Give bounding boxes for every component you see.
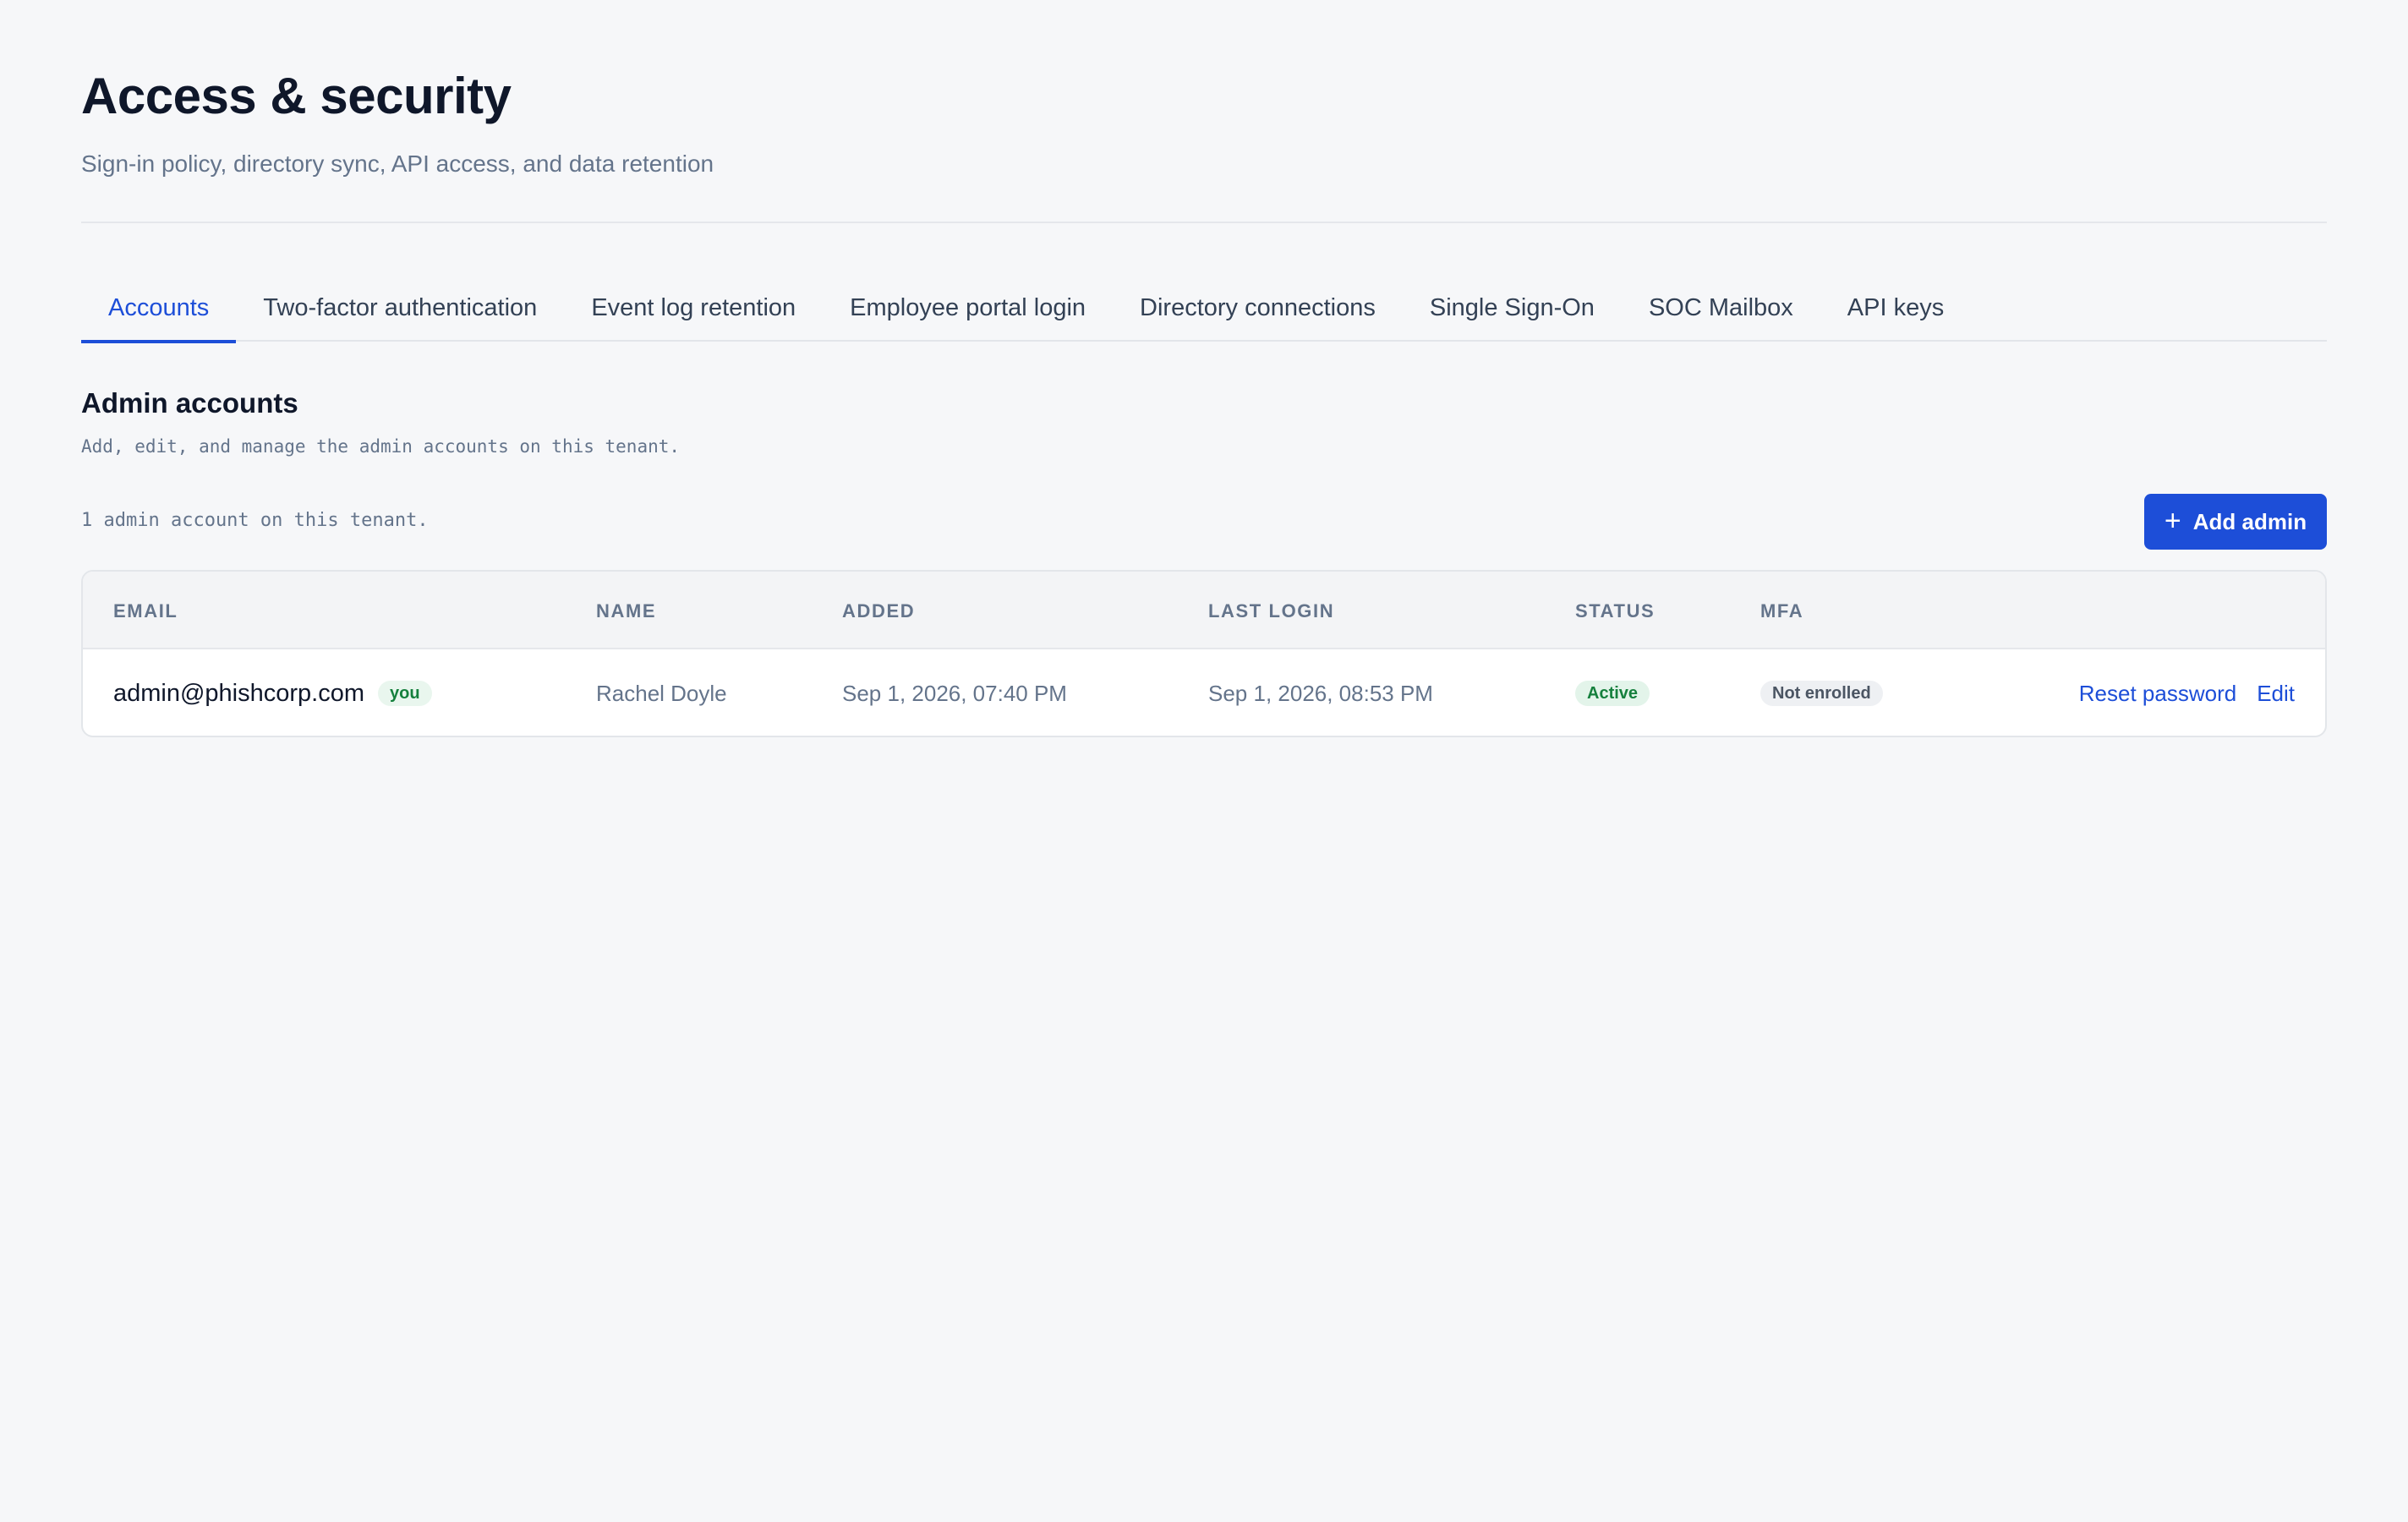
- column-header-added: ADDED: [842, 600, 916, 621]
- column-header-email: EMAIL: [113, 600, 178, 621]
- tab-single-sign-on[interactable]: Single Sign-On: [1403, 281, 1622, 342]
- column-header-last-login: LAST LOGIN: [1208, 600, 1335, 621]
- added-date: Sep 1, 2026, 07:40 PM: [842, 680, 1067, 706]
- column-header-name: NAME: [596, 600, 657, 621]
- settings-tabs: Accounts Two-factor authentication Event…: [81, 281, 2327, 343]
- tab-directory-connections[interactable]: Directory connections: [1113, 281, 1403, 342]
- add-admin-button-label: Add admin: [2192, 508, 2307, 534]
- email-cell: admin@phishcorp.com you: [113, 649, 432, 736]
- admin-count-text: 1 admin account on this tenant.: [81, 510, 429, 531]
- tab-api-keys[interactable]: API keys: [1820, 281, 1971, 342]
- column-header-status: STATUS: [1575, 600, 1656, 621]
- last-login-date: Sep 1, 2026, 08:53 PM: [1208, 680, 1433, 706]
- tab-employee-portal-login[interactable]: Employee portal login: [823, 281, 1113, 342]
- page-subtitle: Sign-in policy, directory sync, API acce…: [81, 151, 714, 177]
- reset-password-link[interactable]: Reset password: [2079, 681, 2236, 707]
- header-divider: [81, 222, 2327, 223]
- page-title: Access & security: [81, 68, 512, 124]
- tab-soc-mailbox[interactable]: SOC Mailbox: [1622, 281, 1820, 342]
- status-cell: Active: [1575, 649, 1650, 736]
- edit-link[interactable]: Edit: [2257, 681, 2295, 707]
- mfa-badge: Not enrolled: [1760, 681, 1883, 706]
- section-description: Add, edit, and manage the admin accounts…: [81, 436, 681, 457]
- you-badge: you: [378, 681, 432, 706]
- row-actions: Reset password Edit: [2079, 649, 2295, 736]
- tab-accounts[interactable]: Accounts: [81, 281, 237, 343]
- admin-accounts-table: EMAIL NAME ADDED LAST LOGIN STATUS MFA a…: [81, 570, 2327, 737]
- table-header: EMAIL NAME ADDED LAST LOGIN STATUS MFA: [83, 572, 2325, 649]
- mfa-cell: Not enrolled: [1760, 649, 1883, 736]
- tab-two-factor-authentication[interactable]: Two-factor authentication: [236, 281, 564, 342]
- tab-event-log-retention[interactable]: Event log retention: [564, 281, 823, 342]
- status-badge: Active: [1575, 681, 1650, 706]
- column-header-mfa: MFA: [1760, 600, 1804, 621]
- admin-name: Rachel Doyle: [596, 680, 727, 706]
- add-admin-button[interactable]: + Add admin: [2144, 494, 2327, 550]
- section-title: Admin accounts: [81, 387, 298, 419]
- plus-icon: +: [2164, 504, 2181, 537]
- admin-email: admin@phishcorp.com: [113, 679, 365, 707]
- table-row: admin@phishcorp.com you Rachel Doyle Sep…: [83, 649, 2325, 736]
